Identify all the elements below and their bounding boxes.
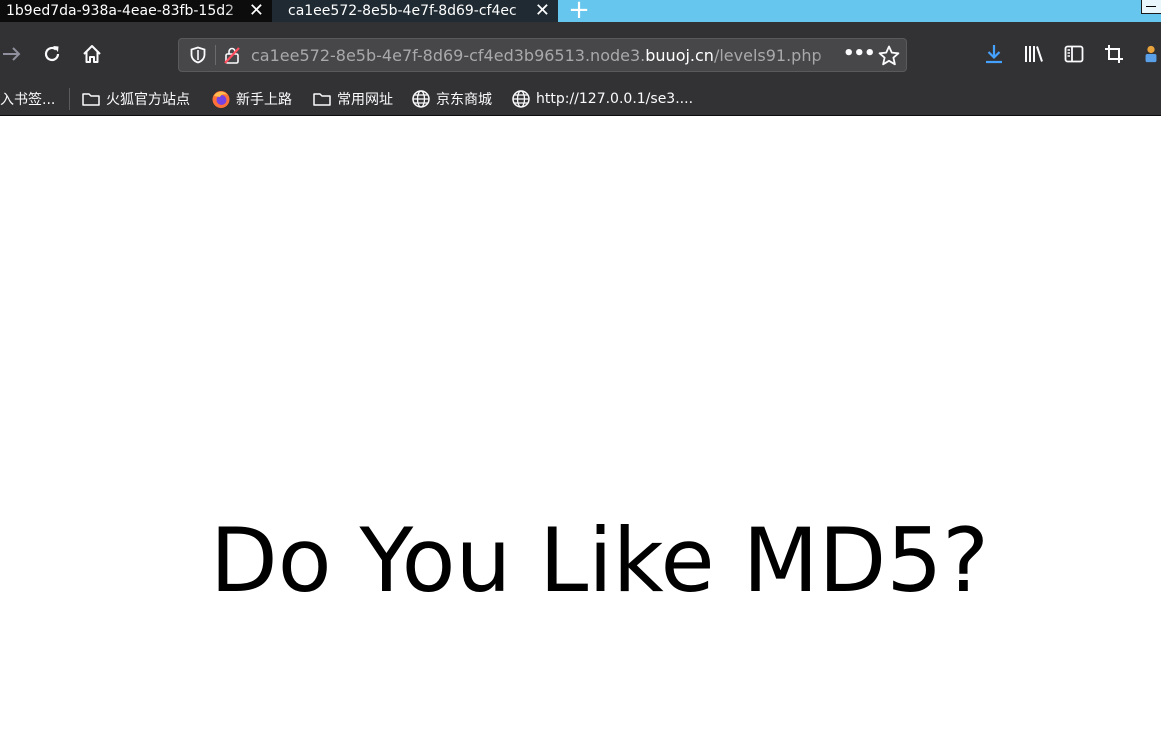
bookmark-firefox-official[interactable]: 火狐官方站点 bbox=[81, 89, 190, 109]
bookmark-common-sites[interactable]: 常用网址 bbox=[312, 89, 393, 109]
page-content bbox=[0, 117, 1161, 747]
folder-icon bbox=[81, 89, 101, 109]
close-tab-icon[interactable]: ✕ bbox=[249, 1, 264, 21]
globe-icon bbox=[511, 89, 531, 109]
screenshot-crop-icon[interactable] bbox=[1102, 42, 1126, 66]
globe-icon bbox=[411, 89, 431, 109]
forward-icon[interactable] bbox=[0, 42, 24, 66]
reload-icon[interactable] bbox=[40, 42, 64, 66]
bookmark-jd[interactable]: 京东商城 bbox=[411, 89, 492, 109]
bookmark-label: 火狐官方站点 bbox=[106, 92, 190, 108]
tab-title: 1b9ed7da-938a-4eae-83fb-15d2 bbox=[6, 3, 235, 19]
bookmark-label: 入书签... bbox=[0, 92, 56, 108]
bookmark-getting-started[interactable]: 新手上路 bbox=[211, 89, 292, 109]
url-bar[interactable]: ca1ee572-8e5b-4e7f-8d69-cf4ed3b96513.nod… bbox=[178, 38, 907, 72]
url-text[interactable]: ca1ee572-8e5b-4e7f-8d69-cf4ed3b96513.nod… bbox=[251, 46, 835, 66]
bookmark-label: http://127.0.0.1/se3.... bbox=[536, 91, 694, 107]
new-tab-button[interactable]: + bbox=[566, 0, 592, 23]
tab-2[interactable]: ca1ee572-8e5b-4e7f-8d69-cf4ec ✕ bbox=[272, 0, 558, 22]
bookmark-label: 京东商城 bbox=[436, 92, 492, 108]
home-icon[interactable] bbox=[80, 42, 104, 66]
extension-icon[interactable] bbox=[1141, 42, 1161, 66]
bookmark-label: 新手上路 bbox=[236, 92, 292, 108]
bookmark-import[interactable]: 入书签... bbox=[0, 89, 55, 109]
tab-title: ca1ee572-8e5b-4e7f-8d69-cf4ec bbox=[288, 3, 517, 19]
url-domain: buuoj.cn bbox=[645, 46, 714, 65]
url-path: /levels91.php bbox=[713, 46, 822, 65]
downloads-icon[interactable] bbox=[982, 42, 1006, 66]
minimize-window-button[interactable] bbox=[1141, 0, 1161, 14]
page-actions-menu-icon[interactable]: ••• bbox=[843, 43, 876, 67]
insecure-lock-icon[interactable] bbox=[223, 46, 241, 64]
tracking-protection-shield-icon[interactable] bbox=[189, 46, 207, 64]
firefox-icon bbox=[211, 89, 231, 109]
close-tab-icon[interactable]: ✕ bbox=[535, 1, 550, 21]
bookmark-star-icon[interactable] bbox=[877, 44, 901, 68]
tab-1[interactable]: 1b9ed7da-938a-4eae-83fb-15d2 ✕ bbox=[0, 0, 272, 22]
bookmark-localhost[interactable]: http://127.0.0.1/se3.... bbox=[511, 89, 693, 109]
folder-icon bbox=[312, 89, 332, 109]
page-headline: Do You Like MD5? bbox=[209, 509, 990, 612]
sidebar-toggle-icon[interactable] bbox=[1062, 42, 1086, 66]
bookmark-label: 常用网址 bbox=[337, 92, 393, 108]
url-prefix: ca1ee572-8e5b-4e7f-8d69-cf4ed3b96513.nod… bbox=[251, 46, 646, 65]
library-icon[interactable] bbox=[1022, 42, 1046, 66]
